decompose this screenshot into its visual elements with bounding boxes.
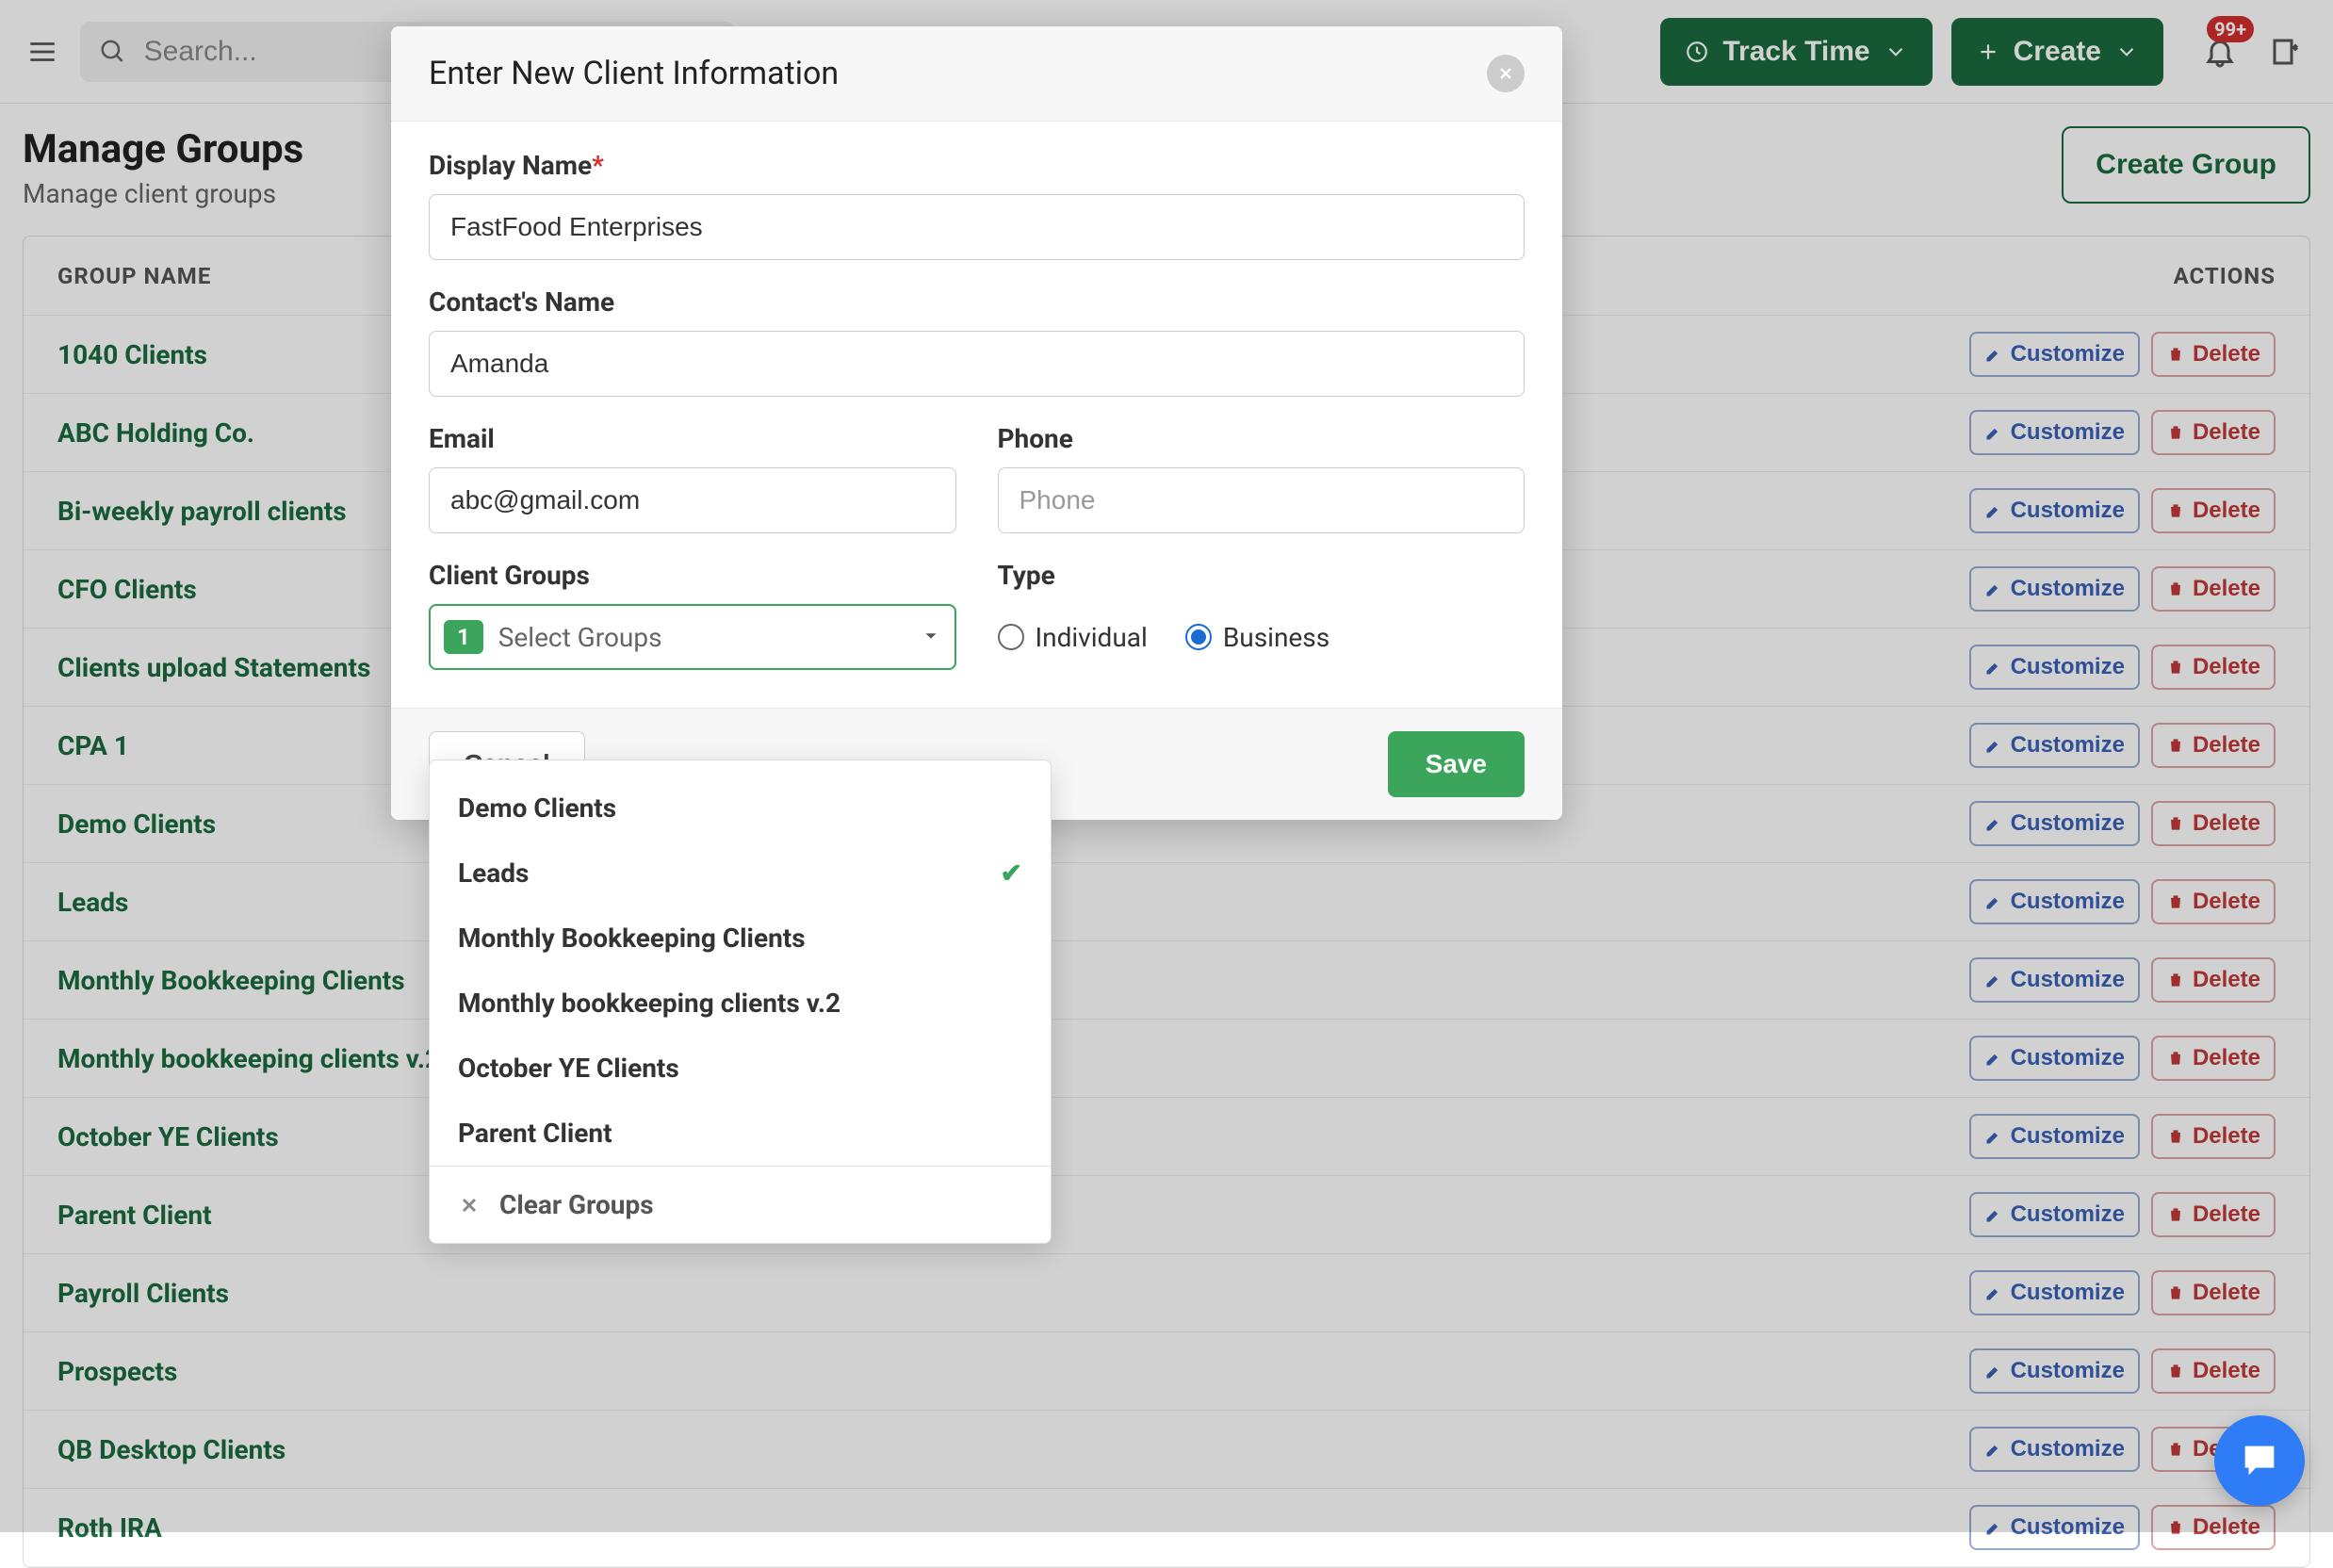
modal-header: Enter New Client Information (391, 26, 1562, 122)
dropdown-item[interactable]: Monthly bookkeeping clients v.2 (430, 971, 1051, 1036)
save-button[interactable]: Save (1388, 731, 1525, 797)
modal-close-button[interactable] (1487, 55, 1525, 92)
new-client-modal: Enter New Client Information Display Nam… (391, 26, 1562, 820)
dropdown-item[interactable]: Monthly Bookkeeping Clients (430, 906, 1051, 971)
radio-icon (998, 624, 1024, 650)
dropdown-item[interactable]: October YE Clients (430, 1036, 1051, 1101)
clear-groups-label: Clear Groups (499, 1189, 654, 1220)
display-name-input[interactable] (429, 194, 1525, 260)
contact-name-input[interactable] (429, 331, 1525, 397)
chevron-down-icon (921, 622, 941, 653)
modal-title: Enter New Client Information (429, 55, 839, 92)
client-groups-select[interactable]: 1 Select Groups (429, 604, 956, 670)
dropdown-item[interactable]: Leads ✔ (430, 841, 1051, 906)
contact-name-label: Contact's Name (429, 286, 1525, 318)
phone-input[interactable] (998, 467, 1525, 533)
groups-count-badge: 1 (444, 620, 483, 654)
type-radio-group: Individual Business (998, 604, 1525, 670)
modal-body: Display Name* Contact's Name Email Phone… (391, 122, 1562, 708)
groups-placeholder: Select Groups (498, 622, 662, 653)
email-input[interactable] (429, 467, 956, 533)
dropdown-item-label: Leads (458, 858, 529, 889)
client-groups-label: Client Groups (429, 560, 956, 591)
dropdown-item[interactable]: CPA 1 (430, 760, 1051, 776)
radio-business[interactable]: Business (1185, 622, 1330, 653)
dropdown-item-label: Monthly Bookkeeping Clients (458, 923, 806, 954)
dropdown-item-label: October YE Clients (458, 1053, 679, 1084)
groups-dropdown: CPA 1 Demo Clients Leads ✔ Monthly Bookkeepi… (429, 760, 1052, 1244)
chat-icon (2238, 1439, 2281, 1482)
dropdown-item[interactable]: Parent Client (430, 1101, 1051, 1166)
radio-icon (1185, 624, 1212, 650)
dropdown-item-label: Demo Clients (458, 792, 616, 824)
dropdown-item-label: Monthly bookkeeping clients v.2 (458, 988, 840, 1019)
close-icon (1496, 64, 1515, 83)
type-label: Type (998, 560, 1525, 591)
chat-bubble-button[interactable] (2214, 1415, 2305, 1506)
radio-business-label: Business (1223, 622, 1330, 653)
radio-individual[interactable]: Individual (998, 622, 1148, 653)
check-icon: ✔ (1001, 858, 1022, 889)
email-label: Email (429, 423, 956, 454)
display-name-label: Display Name* (429, 150, 1525, 181)
radio-individual-label: Individual (1036, 622, 1148, 653)
clear-groups-button[interactable]: Clear Groups (430, 1167, 1051, 1243)
phone-label: Phone (998, 423, 1525, 454)
dropdown-item-label: Parent Client (458, 1118, 612, 1149)
close-icon (458, 1194, 481, 1217)
dropdown-item[interactable]: Demo Clients (430, 776, 1051, 841)
